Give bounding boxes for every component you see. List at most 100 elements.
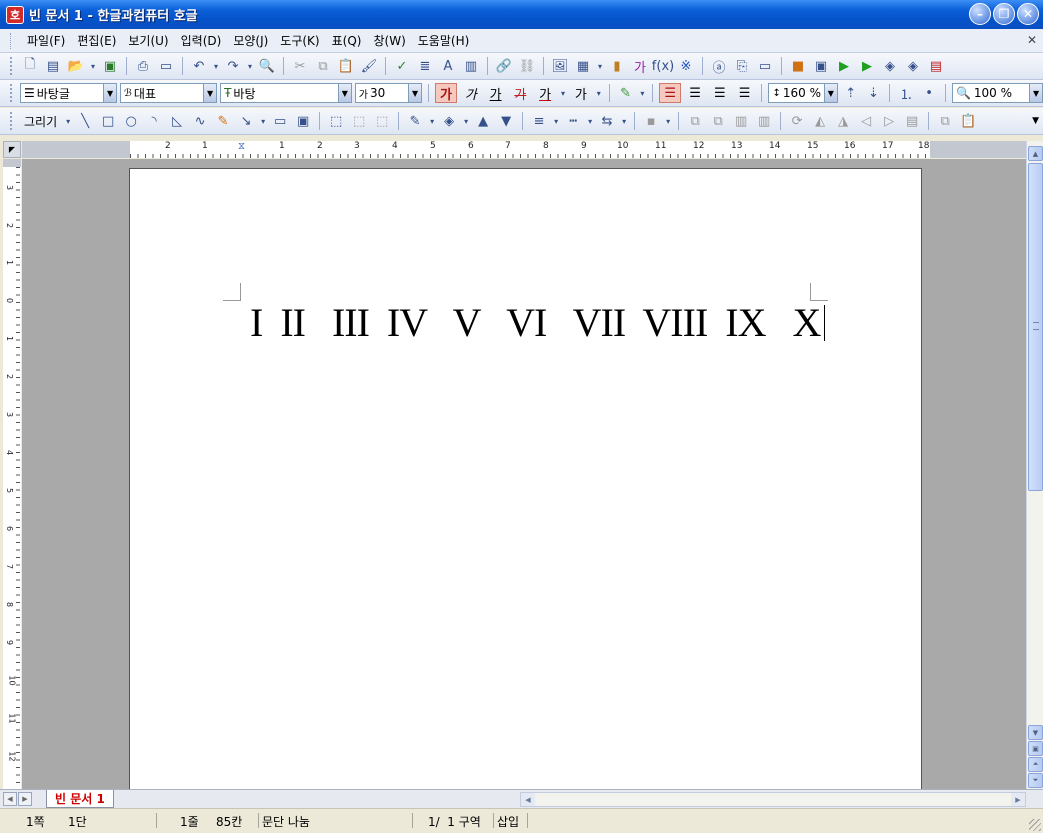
text-art-icon[interactable]: ⓐ	[709, 56, 729, 76]
chart-icon[interactable]: ▮	[607, 56, 627, 76]
bookmark-icon[interactable]: ■	[788, 56, 808, 76]
restore-button[interactable]: ❐	[993, 3, 1015, 25]
group-icon[interactable]: ⧉	[685, 111, 705, 131]
tab-document-1[interactable]: 빈 문서 1	[46, 790, 114, 808]
record-macro1-icon[interactable]: ◈	[880, 56, 900, 76]
dropdown-arrow-icon[interactable]: ▾	[664, 111, 672, 131]
chevron-down-icon[interactable]: ▼	[103, 84, 117, 102]
paragraph-icon[interactable]: ≣	[415, 56, 435, 76]
arc-tool-icon[interactable]: ◝	[144, 111, 164, 131]
font-size-select[interactable]: 가 30 ▼	[354, 83, 423, 103]
line-width-icon[interactable]: ≡	[529, 111, 549, 131]
redo-icon[interactable]: ↷	[223, 56, 243, 76]
record-macro2-icon[interactable]: ◈	[903, 56, 923, 76]
chevron-down-icon[interactable]: ▼	[203, 84, 217, 102]
object-text-icon[interactable]: ▤	[902, 111, 922, 131]
menu-table[interactable]: 표(Q)	[326, 32, 368, 49]
format-painter-icon[interactable]: 🖌	[359, 56, 379, 76]
chevron-down-icon[interactable]: ▼	[408, 84, 422, 102]
symbol-icon[interactable]: ※	[676, 56, 696, 76]
picture-icon[interactable]: 🖼	[550, 56, 570, 76]
open-folder-icon[interactable]: 📂	[66, 56, 86, 76]
dropdown-arrow-icon[interactable]: ▾	[586, 111, 594, 131]
italic-button[interactable]: 가	[460, 83, 482, 103]
textbox-tool-icon[interactable]: ▭	[270, 111, 290, 131]
cut-icon[interactable]: ✂	[290, 56, 310, 76]
vertical-ruler[interactable]: 3 2 1 0 1 2 3 4 5 6 7 8 9 10 11 12	[3, 159, 21, 789]
language-select[interactable]: ℬ 대표 ▼	[120, 83, 218, 103]
print-icon[interactable]: ⎙	[133, 56, 153, 76]
presentation-icon[interactable]: ▣	[811, 56, 831, 76]
arrow-style-icon[interactable]: ⇆	[597, 111, 617, 131]
undo-icon[interactable]: ↶	[189, 56, 209, 76]
chevron-down-icon[interactable]: ▼	[1029, 84, 1043, 102]
print-preview-icon[interactable]: ▭	[156, 56, 176, 76]
object-properties-icon[interactable]: ⬚	[372, 111, 392, 131]
tab-next-icon[interactable]: ▶	[18, 792, 32, 806]
scroll-left-icon[interactable]: ◀	[521, 793, 535, 806]
shade-color-button[interactable]: 가	[570, 83, 592, 103]
dropdown-arrow-icon[interactable]: ▾	[462, 111, 470, 131]
chevron-down-icon[interactable]: ▼	[823, 84, 837, 102]
app-icon[interactable]: 호	[6, 5, 24, 24]
menu-file[interactable]: 파일(F)	[21, 32, 71, 49]
rectangle-tool-icon[interactable]: □	[98, 111, 118, 131]
menu-help[interactable]: 도움말(H)	[412, 32, 476, 49]
previous-page-icon[interactable]: ⏶	[1028, 757, 1043, 772]
spellcheck-icon[interactable]: ✓	[392, 56, 412, 76]
polygon-tool-icon[interactable]: ◺	[167, 111, 187, 131]
bring-forward-icon[interactable]: ▲	[473, 111, 493, 131]
save-as-web-icon[interactable]: ▤	[926, 56, 946, 76]
toolbar-grip[interactable]	[10, 112, 13, 130]
toolbar-overflow-icon[interactable]: ▼	[1032, 116, 1039, 126]
flip-horizontal-icon[interactable]: ◁	[856, 111, 876, 131]
strikethrough-button[interactable]: 가	[509, 83, 531, 103]
header-icon[interactable]: ⎘	[732, 56, 752, 76]
menu-view[interactable]: 보기(U)	[122, 32, 174, 49]
bullet-list-icon[interactable]: •	[919, 83, 939, 103]
dropdown-arrow-icon[interactable]: ▾	[620, 111, 628, 131]
ungroup-icon[interactable]: ⧉	[708, 111, 728, 131]
indent-marker-icon[interactable]: ⧖	[238, 141, 245, 152]
document-page[interactable]: I II III IV V VI VII VIII IX X	[129, 168, 922, 789]
highlighter-icon[interactable]: ✎	[616, 83, 636, 103]
align-left-button[interactable]: ☰	[684, 83, 706, 103]
hangul-hanja-icon[interactable]: 가	[630, 56, 650, 76]
select-objects-icon[interactable]: ⬚	[326, 111, 346, 131]
curve-tool-icon[interactable]: ∿	[190, 111, 210, 131]
hyperlink-icon[interactable]: 🔗	[494, 56, 514, 76]
zoom-select[interactable]: 🔍 100 % ▼	[951, 83, 1043, 103]
menu-tools[interactable]: 도구(K)	[274, 32, 325, 49]
send-backward-icon[interactable]: ▼	[496, 111, 516, 131]
rotate-right-icon[interactable]: ◮	[833, 111, 853, 131]
page-setup-icon[interactable]: ▭	[755, 56, 775, 76]
line-color-icon[interactable]: ✎	[405, 111, 425, 131]
font-select[interactable]: Ŧ 바탕 ▼	[220, 83, 352, 103]
vertical-scrollbar[interactable]: ▲ ▼ ▣ ⏶ ⏷	[1026, 141, 1043, 789]
chevron-down-icon[interactable]: ▼	[337, 84, 351, 102]
align-objects-icon[interactable]: ▥	[731, 111, 751, 131]
minimize-button[interactable]: –	[969, 3, 991, 25]
decrease-spacing-icon[interactable]: ⇣	[864, 83, 884, 103]
save-icon[interactable]: ▣	[100, 56, 120, 76]
style-select[interactable]: ☰ 바탕글 ▼	[19, 83, 118, 103]
draw-menu-button[interactable]: 그리기	[20, 113, 61, 130]
dropdown-arrow-icon[interactable]: ▾	[559, 83, 567, 103]
align-right-button[interactable]: ☰	[734, 83, 756, 103]
document-workspace[interactable]: I II III IV V VI VII VIII IX X	[22, 159, 1026, 789]
dropdown-arrow-icon[interactable]: ▾	[595, 83, 603, 103]
run-macro1-icon[interactable]: ▶	[834, 56, 854, 76]
paste-format-icon[interactable]: 📋	[958, 111, 978, 131]
dropdown-arrow-icon[interactable]: ▾	[596, 56, 604, 76]
pencil-tool-icon[interactable]: ✎	[213, 111, 233, 131]
unlink-icon[interactable]: ⛓	[517, 56, 537, 76]
align-center-button[interactable]: ☰	[709, 83, 731, 103]
menu-grip[interactable]	[10, 32, 13, 49]
dropdown-arrow-icon[interactable]: ▾	[552, 111, 560, 131]
copy-format-icon[interactable]: ⧉	[935, 111, 955, 131]
template-icon[interactable]: ▤	[43, 56, 63, 76]
scroll-up-icon[interactable]: ▲	[1028, 146, 1043, 161]
next-page-icon[interactable]: ⏷	[1028, 773, 1043, 788]
horizontal-scrollbar[interactable]: ◀ ▶	[520, 792, 1026, 807]
table-icon[interactable]: ▦	[573, 56, 593, 76]
